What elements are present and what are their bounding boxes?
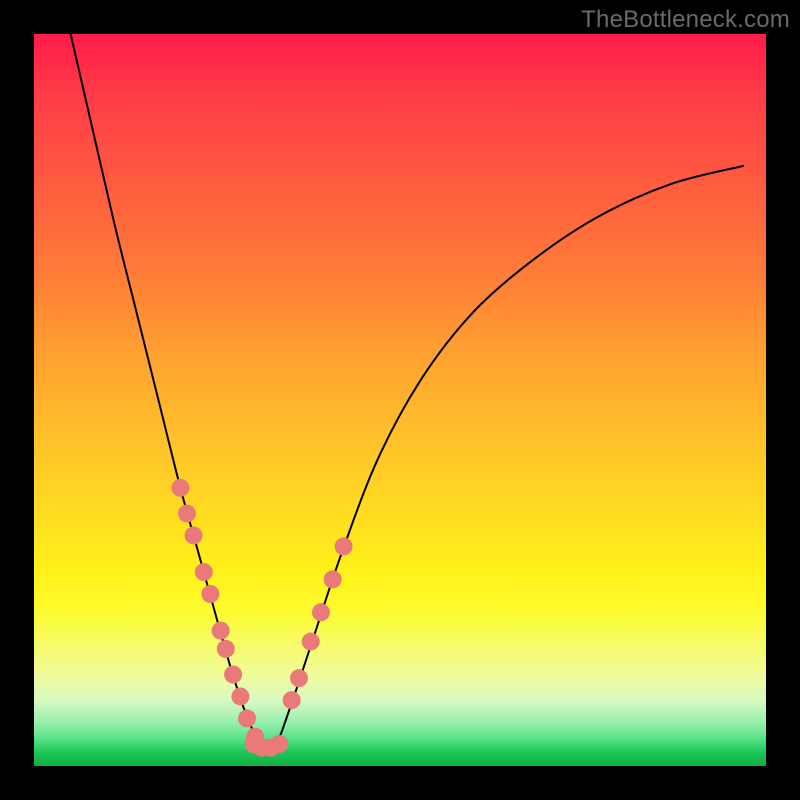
- data-marker: [302, 633, 320, 651]
- data-marker: [270, 735, 288, 753]
- data-marker: [178, 504, 196, 522]
- data-marker: [185, 526, 203, 544]
- data-marker: [171, 479, 189, 497]
- data-marker: [212, 622, 230, 640]
- plot-area: [34, 34, 766, 766]
- data-marker: [217, 640, 235, 658]
- data-marker: [201, 585, 219, 603]
- bottleneck-curve-path: [71, 34, 744, 748]
- data-marker: [312, 603, 330, 621]
- watermark-text: TheBottleneck.com: [581, 6, 790, 34]
- data-marker: [324, 570, 342, 588]
- markers-bottom-group: [245, 735, 289, 757]
- data-marker: [283, 691, 301, 709]
- markers-left-group: [171, 479, 264, 746]
- data-marker: [335, 537, 353, 555]
- data-marker: [290, 669, 308, 687]
- outer-frame: TheBottleneck.com: [0, 0, 800, 800]
- chart-svg: [34, 34, 766, 766]
- data-marker: [231, 687, 249, 705]
- data-marker: [224, 666, 242, 684]
- data-marker: [195, 563, 213, 581]
- data-marker: [238, 709, 256, 727]
